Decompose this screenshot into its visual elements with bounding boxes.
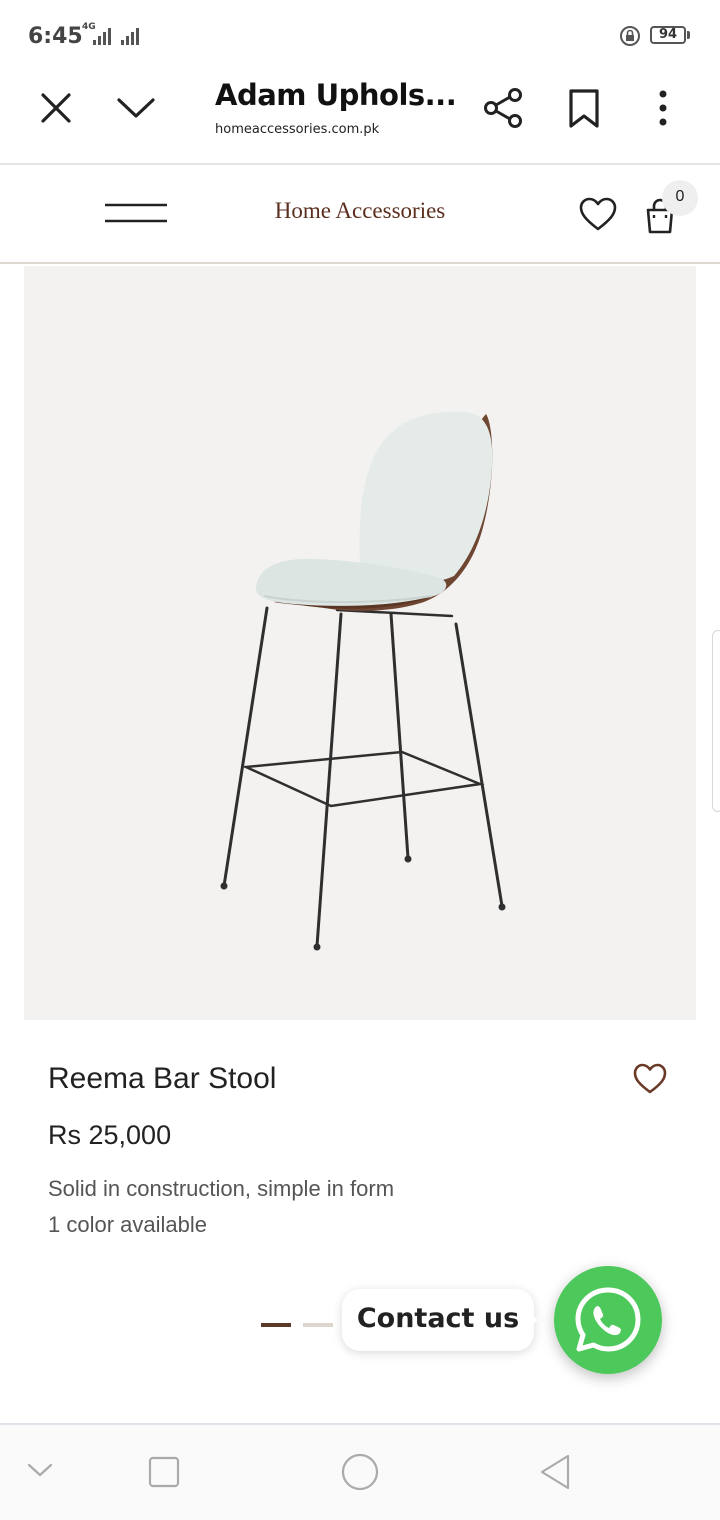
chevron-down-icon[interactable] <box>114 92 158 124</box>
battery-tip <box>687 31 690 39</box>
product-image[interactable] <box>24 266 696 1020</box>
more-vert-icon[interactable] <box>654 88 672 130</box>
edge-panel-handle[interactable] <box>712 630 720 812</box>
cart-count-badge: 0 <box>662 180 698 216</box>
recents-icon[interactable] <box>146 1454 182 1490</box>
product-description: Solid in construction, simple in form <box>48 1176 395 1201</box>
whatsapp-button[interactable] <box>554 1266 662 1374</box>
carousel-indicator-active[interactable] <box>261 1323 291 1327</box>
home-icon[interactable] <box>338 1451 382 1493</box>
product-price: Rs 25,000 <box>48 1120 172 1150</box>
rotation-lock-icon <box>620 26 640 46</box>
heart-icon[interactable] <box>578 196 618 234</box>
status-time: 6:45 <box>28 24 83 49</box>
close-icon[interactable] <box>38 90 74 126</box>
bookmark-icon[interactable] <box>566 88 602 130</box>
contact-us-label[interactable]: Contact us <box>342 1289 534 1351</box>
wishlist-heart-icon[interactable] <box>632 1062 668 1096</box>
signal-icon <box>93 28 139 45</box>
share-icon[interactable] <box>482 86 526 130</box>
bar-stool-illustration <box>220 411 506 951</box>
carousel-indicator[interactable] <box>303 1323 333 1327</box>
page-title: Adam Uphols... <box>215 78 457 112</box>
product-name[interactable]: Reema Bar Stool <box>48 1062 276 1096</box>
battery-indicator: 94 <box>650 26 686 44</box>
whatsapp-icon <box>575 1287 641 1352</box>
nav-collapse-icon[interactable] <box>26 1460 54 1480</box>
back-icon[interactable] <box>536 1452 576 1492</box>
contact-bubble-tail <box>528 1312 538 1328</box>
product-color-count: 1 color available <box>48 1212 207 1237</box>
page-url[interactable]: homeaccessories.com.pk <box>215 122 379 137</box>
